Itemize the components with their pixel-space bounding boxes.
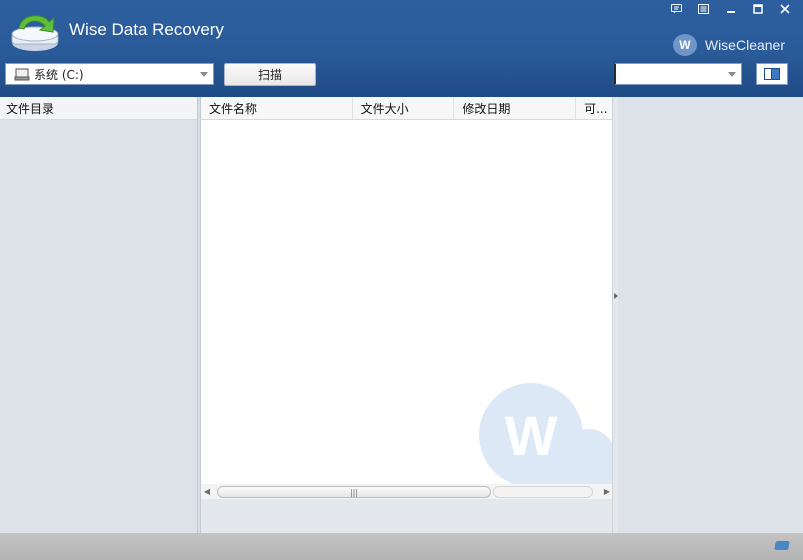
drive-select-value: 系统 (C:) [34,67,84,82]
column-header-recoverable[interactable]: 可... [576,97,612,119]
scroll-left-icon[interactable]: ◀ [201,484,213,499]
window-controls [664,0,797,17]
toggle-preview-button[interactable] [756,63,788,85]
drive-select[interactable]: 系统 (C:) [5,63,214,85]
file-list[interactable]: 文件名称 文件大小 修改日期 可... W ◀ ||| ▶ [200,97,613,533]
column-header-modified[interactable]: 修改日期 [454,97,577,119]
directory-header: 文件目录 [0,97,197,120]
close-icon[interactable] [772,0,797,17]
app-title: Wise Data Recovery [69,20,224,39]
chevron-down-icon[interactable] [200,72,208,77]
minimize-icon[interactable] [718,0,743,17]
brand-name: WiseCleaner [704,37,785,53]
brand[interactable]: W WiseCleaner [672,34,785,56]
watermark-logo-icon: W [479,383,613,487]
preview-panel [618,97,803,533]
menu-icon[interactable] [691,0,716,17]
split-panel-icon [764,68,780,80]
horizontal-scrollbar[interactable]: ◀ ||| ▶ [201,484,613,499]
status-bar [0,533,803,560]
column-header-name[interactable]: 文件名称 [201,97,353,119]
title-bar: Wise Data Recovery W WiseCleaner 系统 (C:)… [0,0,803,97]
scroll-thumb[interactable]: ||| [217,486,491,498]
filter-select[interactable] [614,63,742,85]
feedback-icon[interactable] [664,0,689,17]
scroll-track[interactable]: ||| [213,485,601,498]
file-list-footer [201,499,613,533]
status-icon[interactable] [774,541,790,550]
column-header-size[interactable]: 文件大小 [353,97,455,119]
scroll-rail [493,486,593,498]
chevron-down-icon[interactable] [728,72,736,77]
scan-button[interactable]: 扫描 [224,63,316,86]
svg-text:W: W [505,404,558,467]
maximize-icon[interactable] [745,0,770,17]
drive-icon [14,68,30,80]
wisecleaner-logo-icon: W [672,34,697,56]
app-logo [11,15,59,51]
directory-panel[interactable]: 文件目录 [0,97,198,533]
file-list-header: 文件名称 文件大小 修改日期 可... [201,97,612,120]
